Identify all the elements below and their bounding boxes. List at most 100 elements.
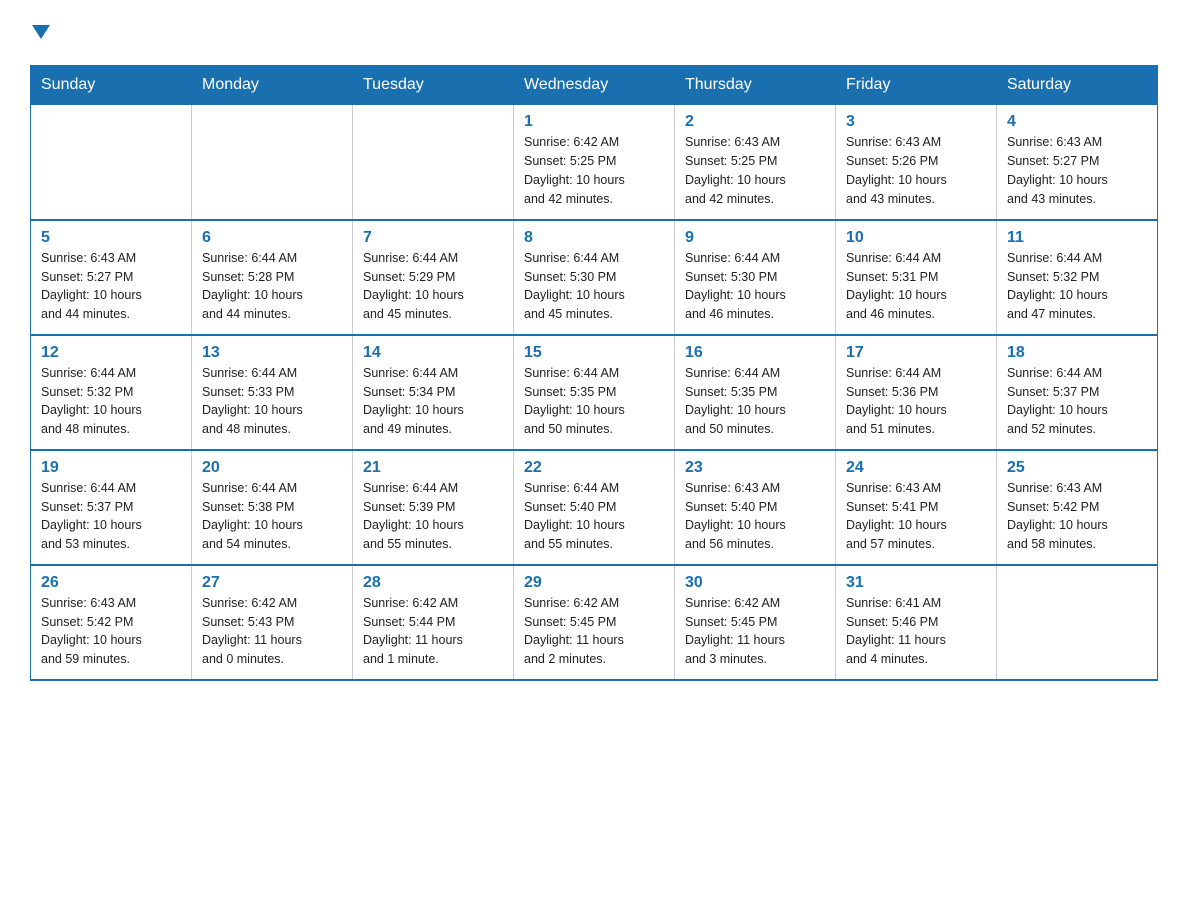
calendar-cell: 4Sunrise: 6:43 AM Sunset: 5:27 PM Daylig… (997, 105, 1158, 220)
day-number: 3 (846, 113, 986, 131)
day-number: 8 (524, 229, 664, 247)
day-number: 13 (202, 344, 342, 362)
calendar-cell: 7 Sunrise: 6:44 AM Sunset: 5:29 PM Daylig… (353, 220, 514, 335)
calendar-week-row: 19Sunrise: 6:44 AM Sunset: 5:37 PM Dayli… (31, 450, 1158, 565)
calendar-cell: 24 Sunrise: 6:43 AM Sunset: 5:41 PM Dayli… (836, 450, 997, 565)
day-number: 28 (363, 574, 503, 592)
calendar-cell: 30 Sunrise: 6:42 AM Sunset: 5:45 PM Dayli… (675, 565, 836, 680)
day-number: 23 (685, 459, 825, 477)
day-info: Sunrise: 6:43 AM Sunset: 5:27 PM Dayligh… (41, 249, 181, 324)
day-info: Sunrise: 6:44 AM Sunset: 5:30 PM Dayligh… (524, 249, 664, 324)
day-number: 31 (846, 574, 986, 592)
calendar-cell: 5 Sunrise: 6:43 AM Sunset: 5:27 PM Daylig… (31, 220, 192, 335)
day-number: 20 (202, 459, 342, 477)
calendar-cell: 8 Sunrise: 6:44 AM Sunset: 5:30 PM Daylig… (514, 220, 675, 335)
day-info: Sunrise: 6:44 AM Sunset: 5:32 PM Dayligh… (1007, 249, 1147, 324)
col-header-monday: Monday (192, 66, 353, 105)
day-number: 17 (846, 344, 986, 362)
calendar-week-row: 1Sunrise: 6:42 AM Sunset: 5:25 PM Daylig… (31, 105, 1158, 220)
logo (30, 20, 50, 47)
calendar-cell (192, 105, 353, 220)
day-number: 16 (685, 344, 825, 362)
calendar-cell: 21Sunrise: 6:44 AM Sunset: 5:39 PM Dayli… (353, 450, 514, 565)
day-number: 30 (685, 574, 825, 592)
day-number: 12 (41, 344, 181, 362)
day-number: 26 (41, 574, 181, 592)
day-number: 19 (41, 459, 181, 477)
day-info: Sunrise: 6:43 AM Sunset: 5:41 PM Dayligh… (846, 479, 986, 554)
calendar-cell: 22 Sunrise: 6:44 AM Sunset: 5:40 PM Dayli… (514, 450, 675, 565)
day-number: 6 (202, 229, 342, 247)
calendar-table: SundayMondayTuesdayWednesdayThursdayFrid… (30, 65, 1158, 681)
day-info: Sunrise: 6:44 AM Sunset: 5:29 PM Dayligh… (363, 249, 503, 324)
calendar-cell (353, 105, 514, 220)
day-info: Sunrise: 6:44 AM Sunset: 5:39 PM Dayligh… (363, 479, 503, 554)
day-info: Sunrise: 6:43 AM Sunset: 5:25 PM Dayligh… (685, 133, 825, 208)
day-info: Sunrise: 6:42 AM Sunset: 5:43 PM Dayligh… (202, 594, 342, 669)
calendar-cell: 13 Sunrise: 6:44 AM Sunset: 5:33 PM Dayli… (192, 335, 353, 450)
day-info: Sunrise: 6:44 AM Sunset: 5:31 PM Dayligh… (846, 249, 986, 324)
day-info: Sunrise: 6:44 AM Sunset: 5:28 PM Dayligh… (202, 249, 342, 324)
calendar-cell: 28Sunrise: 6:42 AM Sunset: 5:44 PM Dayli… (353, 565, 514, 680)
col-header-friday: Friday (836, 66, 997, 105)
day-info: Sunrise: 6:43 AM Sunset: 5:40 PM Dayligh… (685, 479, 825, 554)
day-info: Sunrise: 6:43 AM Sunset: 5:26 PM Dayligh… (846, 133, 986, 208)
day-number: 10 (846, 229, 986, 247)
day-info: Sunrise: 6:42 AM Sunset: 5:45 PM Dayligh… (685, 594, 825, 669)
day-info: Sunrise: 6:43 AM Sunset: 5:42 PM Dayligh… (1007, 479, 1147, 554)
calendar-cell: 3 Sunrise: 6:43 AM Sunset: 5:26 PM Daylig… (836, 105, 997, 220)
calendar-cell: 29 Sunrise: 6:42 AM Sunset: 5:45 PM Dayli… (514, 565, 675, 680)
page-header (30, 20, 1158, 47)
day-info: Sunrise: 6:42 AM Sunset: 5:25 PM Dayligh… (524, 133, 664, 208)
calendar-cell: 9 Sunrise: 6:44 AM Sunset: 5:30 PM Daylig… (675, 220, 836, 335)
calendar-week-row: 5 Sunrise: 6:43 AM Sunset: 5:27 PM Daylig… (31, 220, 1158, 335)
calendar-cell: 6 Sunrise: 6:44 AM Sunset: 5:28 PM Daylig… (192, 220, 353, 335)
day-info: Sunrise: 6:44 AM Sunset: 5:32 PM Dayligh… (41, 364, 181, 439)
day-info: Sunrise: 6:44 AM Sunset: 5:40 PM Dayligh… (524, 479, 664, 554)
day-info: Sunrise: 6:43 AM Sunset: 5:42 PM Dayligh… (41, 594, 181, 669)
col-header-sunday: Sunday (31, 66, 192, 105)
col-header-saturday: Saturday (997, 66, 1158, 105)
calendar-week-row: 12 Sunrise: 6:44 AM Sunset: 5:32 PM Dayli… (31, 335, 1158, 450)
calendar-cell: 16 Sunrise: 6:44 AM Sunset: 5:35 PM Dayli… (675, 335, 836, 450)
calendar-cell: 1Sunrise: 6:42 AM Sunset: 5:25 PM Daylig… (514, 105, 675, 220)
calendar-cell: 18Sunrise: 6:44 AM Sunset: 5:37 PM Dayli… (997, 335, 1158, 450)
day-info: Sunrise: 6:44 AM Sunset: 5:35 PM Dayligh… (524, 364, 664, 439)
day-number: 22 (524, 459, 664, 477)
day-info: Sunrise: 6:44 AM Sunset: 5:36 PM Dayligh… (846, 364, 986, 439)
calendar-cell: 2Sunrise: 6:43 AM Sunset: 5:25 PM Daylig… (675, 105, 836, 220)
col-header-wednesday: Wednesday (514, 66, 675, 105)
day-number: 11 (1007, 229, 1147, 247)
day-number: 24 (846, 459, 986, 477)
day-number: 4 (1007, 113, 1147, 131)
calendar-cell: 15 Sunrise: 6:44 AM Sunset: 5:35 PM Dayli… (514, 335, 675, 450)
col-header-tuesday: Tuesday (353, 66, 514, 105)
calendar-cell: 27Sunrise: 6:42 AM Sunset: 5:43 PM Dayli… (192, 565, 353, 680)
calendar-cell: 17 Sunrise: 6:44 AM Sunset: 5:36 PM Dayli… (836, 335, 997, 450)
day-info: Sunrise: 6:44 AM Sunset: 5:33 PM Dayligh… (202, 364, 342, 439)
day-info: Sunrise: 6:44 AM Sunset: 5:34 PM Dayligh… (363, 364, 503, 439)
calendar-cell: 25 Sunrise: 6:43 AM Sunset: 5:42 PM Dayli… (997, 450, 1158, 565)
day-number: 7 (363, 229, 503, 247)
day-number: 14 (363, 344, 503, 362)
calendar-header-row: SundayMondayTuesdayWednesdayThursdayFrid… (31, 66, 1158, 105)
day-number: 9 (685, 229, 825, 247)
calendar-cell: 19Sunrise: 6:44 AM Sunset: 5:37 PM Dayli… (31, 450, 192, 565)
calendar-week-row: 26 Sunrise: 6:43 AM Sunset: 5:42 PM Dayli… (31, 565, 1158, 680)
day-info: Sunrise: 6:41 AM Sunset: 5:46 PM Dayligh… (846, 594, 986, 669)
calendar-cell: 20Sunrise: 6:44 AM Sunset: 5:38 PM Dayli… (192, 450, 353, 565)
day-number: 29 (524, 574, 664, 592)
calendar-cell: 12 Sunrise: 6:44 AM Sunset: 5:32 PM Dayli… (31, 335, 192, 450)
day-number: 5 (41, 229, 181, 247)
day-info: Sunrise: 6:44 AM Sunset: 5:37 PM Dayligh… (1007, 364, 1147, 439)
day-info: Sunrise: 6:44 AM Sunset: 5:35 PM Dayligh… (685, 364, 825, 439)
day-number: 15 (524, 344, 664, 362)
day-number: 25 (1007, 459, 1147, 477)
day-info: Sunrise: 6:44 AM Sunset: 5:30 PM Dayligh… (685, 249, 825, 324)
calendar-cell (31, 105, 192, 220)
day-info: Sunrise: 6:42 AM Sunset: 5:45 PM Dayligh… (524, 594, 664, 669)
logo-triangle-icon (32, 25, 50, 39)
calendar-cell: 11 Sunrise: 6:44 AM Sunset: 5:32 PM Dayli… (997, 220, 1158, 335)
calendar-cell: 14 Sunrise: 6:44 AM Sunset: 5:34 PM Dayli… (353, 335, 514, 450)
calendar-cell: 31 Sunrise: 6:41 AM Sunset: 5:46 PM Dayli… (836, 565, 997, 680)
